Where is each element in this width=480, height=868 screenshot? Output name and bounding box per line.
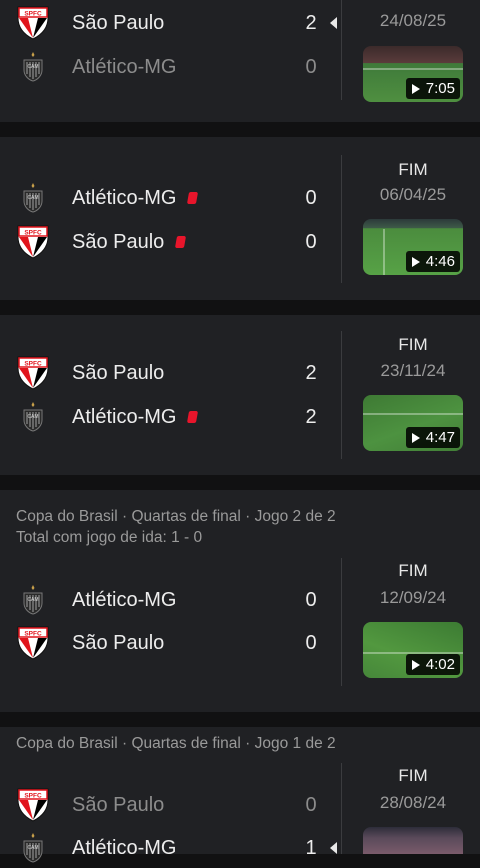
crest-text: CAM bbox=[27, 414, 38, 420]
video-duration-badge: 7:05 bbox=[405, 78, 460, 99]
video-duration: 4:47 bbox=[425, 429, 455, 446]
team-score: 0 bbox=[305, 793, 317, 816]
highlight-video-thumbnail[interactable] bbox=[363, 827, 463, 854]
match-status: FIM bbox=[398, 335, 428, 354]
team-row: CAM Atlético-MG 1 bbox=[0, 828, 340, 868]
team-name: São Paulo bbox=[72, 631, 165, 654]
team-score: 2 bbox=[305, 11, 317, 34]
team-name-wrapper: Atlético-MG bbox=[72, 186, 199, 210]
team-score: 0 bbox=[305, 55, 317, 78]
sao-paulo-crest-icon: SPFC bbox=[16, 6, 50, 40]
team-name-wrapper: Atlético-MG bbox=[72, 405, 199, 429]
red-card-icon bbox=[187, 192, 199, 204]
video-duration-badge: 4:47 bbox=[405, 427, 460, 448]
video-duration: 7:05 bbox=[425, 80, 455, 97]
atletico-mg-crest-icon: CAM bbox=[16, 583, 50, 617]
team-name: São Paulo bbox=[72, 11, 165, 34]
match-date: 24/08/25 bbox=[379, 11, 447, 30]
team-score: 0 bbox=[305, 230, 317, 253]
match-card[interactable]: Copa do Brasil · Quartas de final · Jogo… bbox=[0, 727, 480, 863]
sao-paulo-crest-icon: SPFC bbox=[16, 356, 50, 390]
team-name: São Paulo bbox=[72, 793, 165, 816]
team-row: SPFC São Paulo 2 bbox=[0, 3, 340, 43]
team-name: Atlético-MG bbox=[72, 405, 177, 428]
crest-text: CAM bbox=[27, 195, 38, 201]
crest-text: SPFC bbox=[24, 361, 42, 368]
team-name: São Paulo bbox=[72, 361, 165, 384]
aggregate-score-note: Total com jogo de ida: 1 - 0 bbox=[16, 529, 203, 546]
team-name: Atlético-MG bbox=[72, 836, 177, 859]
divider bbox=[341, 558, 342, 686]
divider bbox=[341, 763, 342, 854]
team-score: 0 bbox=[305, 631, 317, 654]
competition-header: Copa do Brasil · Quartas de final · Jogo… bbox=[16, 508, 336, 525]
team-row: CAM Atlético-MG 0 bbox=[0, 47, 340, 87]
highlight-video-thumbnail[interactable]: 7:05 bbox=[363, 46, 463, 102]
red-card-icon bbox=[175, 236, 187, 248]
team-row: CAM Atlético-MG 0 bbox=[0, 580, 340, 620]
match-card[interactable]: Copa do Brasil · Quartas de final · Jogo… bbox=[0, 490, 480, 712]
atletico-mg-crest-icon: CAM bbox=[16, 400, 50, 434]
divider bbox=[341, 155, 342, 283]
video-duration-badge: 4:46 bbox=[405, 251, 460, 272]
sao-paulo-crest-icon: SPFC bbox=[16, 788, 50, 822]
play-icon bbox=[411, 83, 420, 94]
match-card[interactable]: FIM 06/04/25 CAM Atlético-MG 0 SPFC São … bbox=[0, 137, 480, 300]
team-score: 2 bbox=[305, 405, 317, 428]
match-card[interactable]: FIM 23/11/24 SPFC São Paulo 2 CAM Atléti… bbox=[0, 315, 480, 475]
team-score: 0 bbox=[305, 186, 317, 209]
red-card-icon bbox=[187, 411, 199, 423]
team-row: SPFC São Paulo 2 bbox=[0, 353, 340, 393]
match-date: 23/11/24 bbox=[380, 361, 446, 380]
match-status: FIM bbox=[398, 160, 428, 179]
video-duration-badge: 4:02 bbox=[405, 654, 460, 675]
match-status: FIM bbox=[398, 561, 428, 580]
divider bbox=[341, 331, 342, 459]
team-name: Atlético-MG bbox=[72, 186, 177, 209]
highlight-video-thumbnail[interactable]: 4:47 bbox=[363, 395, 463, 451]
team-name: Atlético-MG bbox=[72, 588, 177, 611]
highlight-video-thumbnail[interactable]: 4:02 bbox=[363, 622, 463, 678]
highlight-video-thumbnail[interactable]: 4:46 bbox=[363, 219, 463, 275]
match-card[interactable]: SPFC São Paulo 2 CAM Atlético-MG 0 24/08… bbox=[0, 0, 480, 122]
atletico-mg-crest-icon: CAM bbox=[16, 831, 50, 865]
winner-indicator-icon bbox=[330, 842, 337, 854]
crest-text: SPFC bbox=[24, 11, 42, 18]
play-icon bbox=[411, 659, 420, 670]
team-row: CAM Atlético-MG 0 bbox=[0, 178, 340, 218]
winner-indicator-icon bbox=[330, 17, 337, 29]
team-score: 2 bbox=[305, 361, 317, 384]
crest-text: SPFC bbox=[24, 793, 42, 800]
crest-text: SPFC bbox=[24, 631, 42, 638]
video-duration: 4:46 bbox=[425, 253, 455, 270]
atletico-mg-crest-icon: CAM bbox=[16, 181, 50, 215]
team-name: Atlético-MG bbox=[72, 55, 177, 78]
match-status: FIM bbox=[398, 766, 428, 785]
atletico-mg-crest-icon: CAM bbox=[16, 50, 50, 84]
team-row: SPFC São Paulo 0 bbox=[0, 785, 340, 825]
play-icon bbox=[411, 432, 420, 443]
sao-paulo-crest-icon: SPFC bbox=[16, 225, 50, 259]
team-name-wrapper: São Paulo bbox=[72, 230, 187, 254]
team-score: 1 bbox=[305, 836, 317, 859]
team-row: SPFC São Paulo 0 bbox=[0, 222, 340, 262]
match-date: 12/09/24 bbox=[379, 588, 447, 607]
video-duration: 4:02 bbox=[425, 656, 455, 673]
match-date: 28/08/24 bbox=[379, 793, 447, 812]
play-icon bbox=[411, 256, 420, 267]
crest-text: CAM bbox=[27, 845, 38, 851]
match-date: 06/04/25 bbox=[379, 185, 447, 204]
team-name: São Paulo bbox=[72, 230, 165, 253]
crest-text: CAM bbox=[27, 597, 38, 603]
team-row: SPFC São Paulo 0 bbox=[0, 623, 340, 663]
crest-text: CAM bbox=[27, 64, 38, 70]
team-score: 0 bbox=[305, 588, 317, 611]
competition-header: Copa do Brasil · Quartas de final · Jogo… bbox=[16, 735, 336, 752]
team-row: CAM Atlético-MG 2 bbox=[0, 397, 340, 437]
sao-paulo-crest-icon: SPFC bbox=[16, 626, 50, 660]
crest-text: SPFC bbox=[24, 230, 42, 237]
